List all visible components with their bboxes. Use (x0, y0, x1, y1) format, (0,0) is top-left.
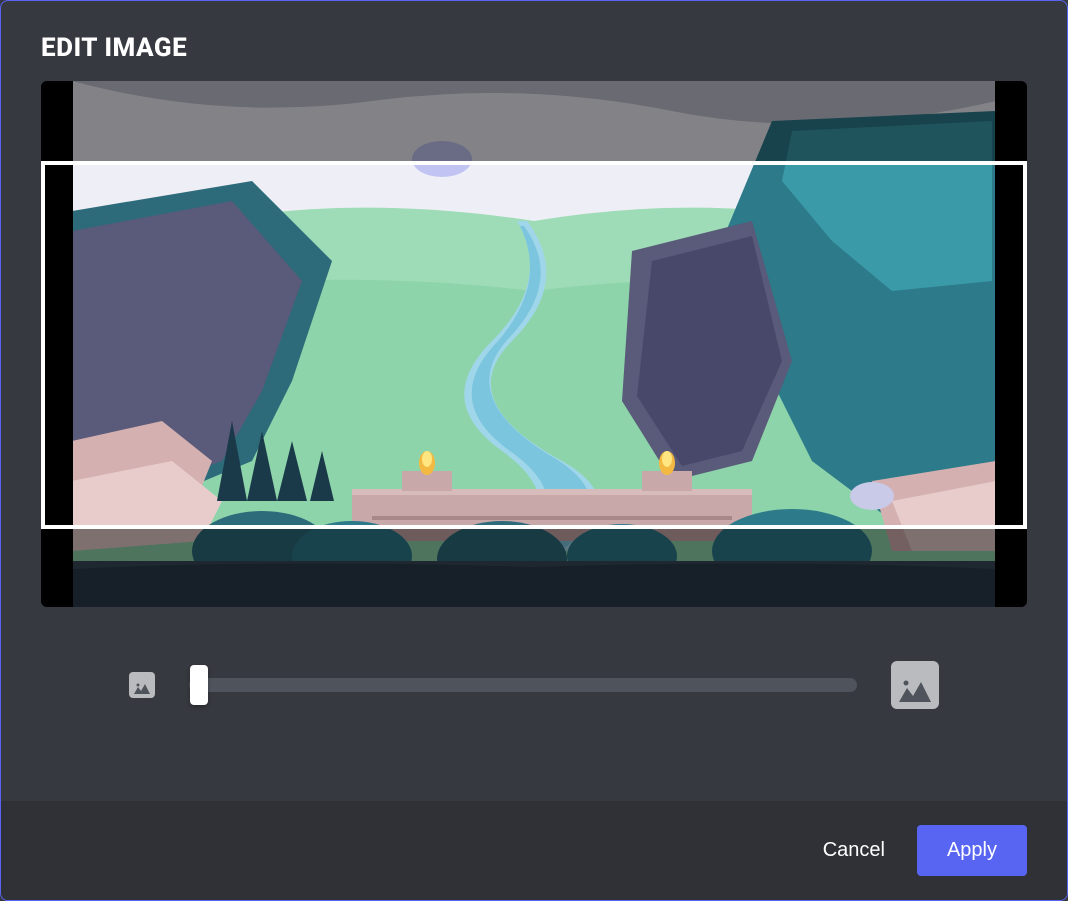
zoom-controls (41, 661, 1027, 709)
cancel-button[interactable]: Cancel (819, 829, 889, 872)
zoom-slider[interactable] (189, 678, 857, 692)
preview-image[interactable] (73, 81, 995, 607)
slider-thumb[interactable] (190, 665, 208, 705)
zoom-in-icon (891, 661, 939, 709)
image-preview[interactable] (41, 81, 1027, 607)
modal-footer: Cancel Apply (1, 801, 1067, 900)
zoom-out-icon (129, 672, 155, 698)
modal-body (1, 81, 1067, 801)
modal-title: EDIT IMAGE (41, 33, 1027, 63)
apply-button[interactable]: Apply (917, 825, 1027, 876)
slider-track[interactable] (189, 678, 857, 692)
edit-image-modal: EDIT IMAGE (0, 0, 1068, 901)
modal-header: EDIT IMAGE (1, 1, 1067, 81)
